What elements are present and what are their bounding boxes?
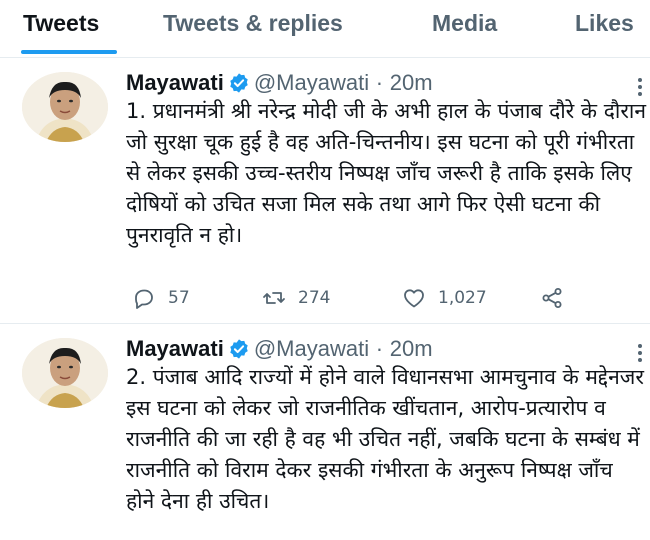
reply-icon (135, 289, 153, 309)
avatar-image (22, 72, 108, 142)
tweet-text: 2. पंजाब आदि राज्यों में होने वाले विधान… (126, 365, 644, 513)
verified-badge-icon (230, 73, 248, 93)
share-button[interactable] (540, 284, 576, 312)
tweet-timestamp[interactable]: 20m (390, 70, 433, 95)
author-handle[interactable]: @Mayawati (254, 336, 369, 361)
reply-count: 57 (168, 288, 190, 308)
avatar[interactable] (22, 338, 108, 408)
avatar-image (22, 338, 108, 408)
tweet-header: Mayawati @Mayawati · 20m (126, 68, 433, 98)
tweet-text: 1. प्रधानमंत्री श्री नरेन्द्र मोदी जी के… (126, 99, 647, 247)
tweet[interactable]: Mayawati @Mayawati · 20m 1. प्रधानमंत्री … (0, 58, 650, 324)
retweet-button[interactable]: 274 (262, 284, 330, 312)
reply-button[interactable]: 57 (132, 284, 190, 312)
like-icon (404, 289, 424, 308)
separator-dot: · (375, 336, 384, 361)
active-tab-indicator (21, 50, 117, 54)
retweet-count: 274 (298, 288, 331, 308)
author-name[interactable]: Mayawati (126, 70, 224, 95)
author-name[interactable]: Mayawati (126, 336, 224, 361)
tweet-timestamp[interactable]: 20m (390, 336, 433, 361)
like-button[interactable]: 1,027 (402, 284, 487, 312)
tab-likes[interactable]: Likes (575, 10, 634, 37)
tweet-actions: 57 274 1,027 (126, 284, 596, 312)
share-icon (542, 288, 562, 308)
tab-media[interactable]: Media (432, 10, 497, 37)
profile-tabs: Tweets Tweets & replies Media Likes (0, 0, 650, 58)
verified-badge-icon (230, 339, 248, 359)
tab-tweets-and-replies[interactable]: Tweets & replies (163, 10, 343, 37)
like-count: 1,027 (438, 288, 487, 308)
tweet-header: Mayawati @Mayawati · 20m (126, 334, 433, 364)
tweet[interactable]: Mayawati @Mayawati · 20m 2. पंजाब आदि राज… (0, 324, 650, 540)
tab-tweets[interactable]: Tweets (23, 10, 99, 37)
retweet-icon (263, 292, 285, 304)
author-handle[interactable]: @Mayawati (254, 70, 369, 95)
separator-dot: · (375, 70, 384, 95)
avatar[interactable] (22, 72, 108, 142)
